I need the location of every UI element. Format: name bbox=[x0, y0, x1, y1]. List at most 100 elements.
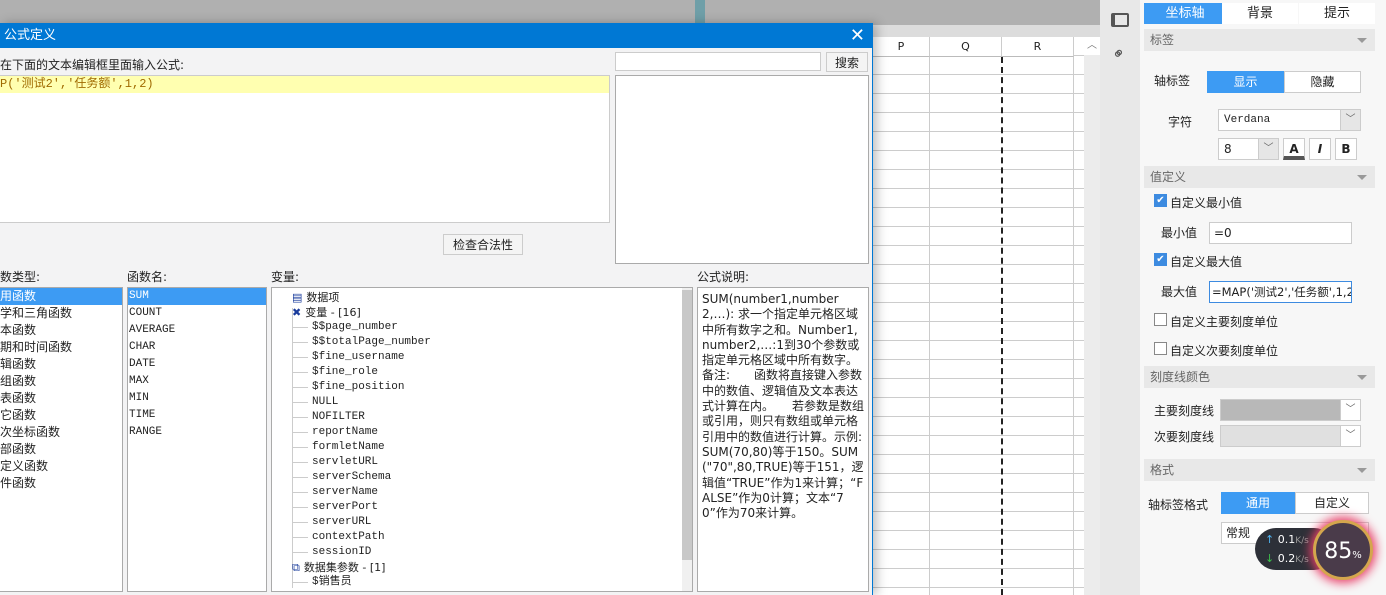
formula-editor[interactable]: P('测试2','任务额',1,2) bbox=[0, 75, 610, 223]
category-item[interactable]: 部函数 bbox=[0, 441, 122, 458]
function-list[interactable]: SUM COUNT AVERAGE CHAR DATE MAX MIN TIME RANGE bbox=[127, 287, 267, 592]
scroll-up-icon[interactable]: ︿ bbox=[1084, 37, 1100, 55]
minor-tick-label: 次要刻度线 bbox=[1154, 430, 1215, 444]
max-value-input[interactable]: =MAP('测试2','任务额',1,2) bbox=[1209, 281, 1352, 303]
search-button[interactable]: 搜索 bbox=[826, 52, 868, 72]
minor-tick-color-select[interactable]: ﹀ bbox=[1220, 425, 1361, 447]
format-custom-button[interactable]: 自定义 bbox=[1295, 492, 1369, 514]
tree-leaf-variable[interactable]: $$totalPage_number bbox=[272, 335, 692, 350]
grid-line bbox=[1073, 57, 1074, 595]
bold-button[interactable]: B bbox=[1335, 138, 1357, 160]
tree-leaf-variable[interactable]: serverURL bbox=[272, 515, 692, 530]
function-item[interactable]: RANGE bbox=[128, 424, 266, 441]
tree-node-dataset-params[interactable]: ⧉ 数据集参数 - [1] bbox=[272, 560, 692, 575]
major-tick-color-select[interactable]: ﹀ bbox=[1220, 399, 1361, 421]
tree-leaf-variable[interactable]: contextPath bbox=[272, 530, 692, 545]
function-item[interactable]: DATE bbox=[128, 356, 266, 373]
formula-text[interactable]: P('测试2','任务额',1,2) bbox=[0, 76, 609, 93]
major-tick-label: 主要刻度线 bbox=[1154, 404, 1215, 418]
tree-leaf-param[interactable]: $销售员 bbox=[272, 575, 692, 590]
memory-gauge[interactable]: 85% bbox=[1313, 520, 1373, 580]
chevron-down-icon: ﹀ bbox=[1340, 400, 1360, 420]
function-item[interactable]: MAX bbox=[128, 373, 266, 390]
dataset-param-icon: ⧉ bbox=[292, 561, 300, 574]
tree-node-variables[interactable]: ✖ 变量 - [16] bbox=[272, 305, 692, 320]
font-size-value: 8 bbox=[1224, 142, 1232, 156]
tab-axis[interactable]: 坐标轴 bbox=[1144, 3, 1226, 24]
font-size-select[interactable]: 8 ﹀ bbox=[1218, 138, 1279, 160]
tree-leaf-variable[interactable]: servletURL bbox=[272, 455, 692, 470]
section-label[interactable]: 标签 bbox=[1144, 29, 1375, 51]
category-item[interactable]: 学和三角函数 bbox=[0, 305, 122, 322]
format-general-button[interactable]: 通用 bbox=[1221, 492, 1295, 514]
tree-label: $$totalPage_number bbox=[312, 336, 431, 348]
show-button[interactable]: 显示 bbox=[1207, 71, 1284, 93]
section-value[interactable]: 值定义 bbox=[1144, 166, 1375, 188]
tree-leaf-variable[interactable]: serverSchema bbox=[272, 470, 692, 485]
section-tick-color[interactable]: 刻度线颜色 bbox=[1144, 366, 1375, 388]
close-icon[interactable]: ✕ bbox=[850, 23, 865, 48]
background-bar bbox=[0, 0, 1100, 25]
column-header-p[interactable]: P bbox=[873, 37, 930, 57]
function-item[interactable]: AVERAGE bbox=[128, 322, 266, 339]
tree-leaf-variable[interactable]: sessionID bbox=[272, 545, 692, 560]
tree-leaf-variable[interactable]: $$page_number bbox=[272, 320, 692, 335]
font-color-button[interactable]: A bbox=[1283, 138, 1305, 160]
scrollbar-thumb[interactable] bbox=[682, 290, 692, 560]
function-item[interactable]: COUNT bbox=[128, 305, 266, 322]
collapse-icon bbox=[1357, 175, 1367, 185]
hide-button[interactable]: 隐藏 bbox=[1284, 71, 1361, 93]
search-results-list[interactable] bbox=[615, 75, 869, 264]
variable-tree[interactable]: ▤ 数据项 ✖ 变量 - [16] $$page_number $$totalPage_n… bbox=[271, 287, 693, 592]
italic-button[interactable]: I bbox=[1309, 138, 1331, 160]
function-item[interactable]: CHAR bbox=[128, 339, 266, 356]
unit: K/s bbox=[1295, 555, 1309, 565]
tree-scrollbar[interactable] bbox=[682, 288, 692, 591]
tree-leaf-variable[interactable]: formletName bbox=[272, 440, 692, 455]
category-item[interactable]: 表函数 bbox=[0, 390, 122, 407]
custom-max-checkbox[interactable]: ✔ bbox=[1154, 253, 1167, 266]
tree-node-data-item[interactable]: ▤ 数据项 bbox=[272, 290, 692, 305]
tab-tooltip[interactable]: 提示 bbox=[1299, 3, 1375, 24]
category-item[interactable]: 它函数 bbox=[0, 407, 122, 424]
section-title: 刻度线颜色 bbox=[1150, 370, 1211, 384]
axis-format-label: 轴标签格式 bbox=[1148, 498, 1209, 512]
tree-leaf-variable[interactable]: $fine_role bbox=[272, 365, 692, 380]
tree-leaf-variable[interactable]: $fine_position bbox=[272, 380, 692, 395]
search-input[interactable] bbox=[615, 52, 821, 71]
category-item[interactable]: 次坐标函数 bbox=[0, 424, 122, 441]
custom-major-checkbox[interactable] bbox=[1154, 313, 1167, 326]
tab-background[interactable]: 背景 bbox=[1222, 3, 1298, 24]
tree-leaf-variable[interactable]: serverName bbox=[272, 485, 692, 500]
tree-leaf-variable[interactable]: NOFILTER bbox=[272, 410, 692, 425]
function-item[interactable]: MIN bbox=[128, 390, 266, 407]
column-header-r[interactable]: R bbox=[1002, 37, 1074, 57]
side-icon-bar: ⚭ bbox=[1100, 0, 1140, 595]
category-item[interactable]: 组函数 bbox=[0, 373, 122, 390]
tree-leaf-variable[interactable]: reportName bbox=[272, 425, 692, 440]
function-item[interactable]: SUM bbox=[128, 288, 266, 305]
min-value-input[interactable]: =0 bbox=[1209, 222, 1352, 244]
tree-leaf-variable[interactable]: serverPort bbox=[272, 500, 692, 515]
font-select[interactable]: Verdana ﹀ bbox=[1218, 109, 1361, 131]
formula-prompt: 在下面的文本编辑框里面输入公式: bbox=[0, 58, 185, 72]
custom-minor-checkbox[interactable] bbox=[1154, 342, 1167, 355]
category-list[interactable]: 用函数 学和三角函数 本函数 期和时间函数 辑函数 组函数 表函数 它函数 次坐标函数 部函数 定义… bbox=[0, 287, 123, 592]
category-item[interactable]: 期和时间函数 bbox=[0, 339, 122, 356]
section-format[interactable]: 格式 bbox=[1144, 459, 1375, 481]
vertical-scrollbar[interactable]: ︿ bbox=[1084, 37, 1100, 595]
category-item[interactable]: 辑函数 bbox=[0, 356, 122, 373]
category-item[interactable]: 用函数 bbox=[0, 288, 122, 305]
category-item[interactable]: 件函数 bbox=[0, 475, 122, 492]
category-item[interactable]: 定义函数 bbox=[0, 458, 122, 475]
spreadsheet-grid[interactable] bbox=[873, 37, 1100, 595]
function-item[interactable]: TIME bbox=[128, 407, 266, 424]
column-header-q[interactable]: Q bbox=[930, 37, 1002, 57]
check-validity-button[interactable]: 检查合法性 bbox=[443, 234, 523, 255]
tree-leaf-variable[interactable]: NULL bbox=[272, 395, 692, 410]
tree-leaf-variable[interactable]: $fine_username bbox=[272, 350, 692, 365]
link-icon[interactable]: ⚭ bbox=[1107, 42, 1130, 65]
custom-min-checkbox[interactable]: ✔ bbox=[1154, 194, 1167, 207]
category-item[interactable]: 本函数 bbox=[0, 322, 122, 339]
widget-layout-icon[interactable] bbox=[1111, 13, 1129, 27]
